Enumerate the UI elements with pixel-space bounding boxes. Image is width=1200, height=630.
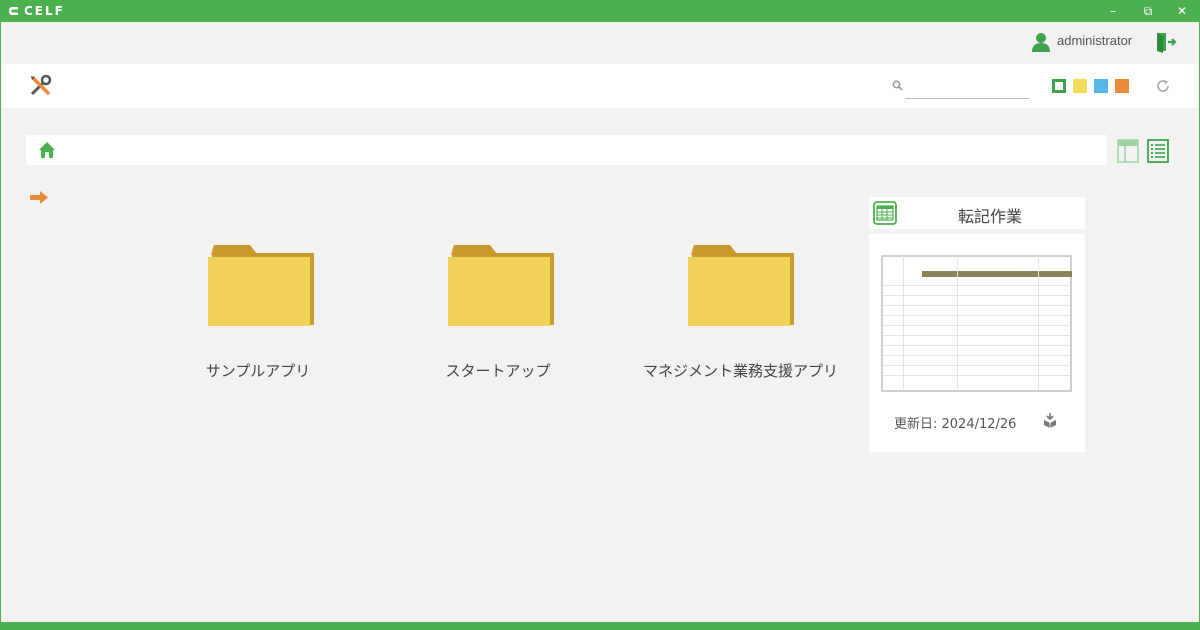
download-icon[interactable] bbox=[1042, 412, 1058, 428]
user-bar bbox=[1, 22, 1199, 64]
thumbnail-gridline bbox=[1038, 256, 1039, 389]
theme-color-yellow[interactable] bbox=[1073, 79, 1087, 93]
tile-view-icon[interactable] bbox=[1117, 139, 1139, 163]
folder-item[interactable]: マネジメント業務支援アプリ bbox=[643, 243, 839, 403]
folder-item[interactable]: スタートアップ bbox=[403, 243, 593, 403]
thumbnail-gridline bbox=[883, 305, 1070, 306]
breadcrumb bbox=[26, 135, 1107, 165]
arrow-right-icon[interactable] bbox=[29, 191, 49, 204]
window-border-left bbox=[0, 22, 1, 628]
thumbnail-gridline bbox=[883, 325, 1070, 326]
user-name[interactable]: administrator bbox=[1057, 33, 1132, 48]
close-button[interactable]: ✕ bbox=[1165, 0, 1199, 22]
folder-label: マネジメント業務支援アプリ bbox=[643, 362, 839, 380]
thumbnail-gridline bbox=[883, 315, 1070, 316]
folder-item[interactable]: サンプルアプリ bbox=[163, 243, 353, 403]
search-icon bbox=[892, 80, 903, 91]
home-icon[interactable] bbox=[38, 141, 56, 159]
tools-icon[interactable] bbox=[29, 74, 53, 98]
thumbnail-gridline bbox=[883, 345, 1070, 346]
list-view-icon[interactable] bbox=[1147, 139, 1169, 163]
folder-label: サンプルアプリ bbox=[205, 362, 311, 380]
thumbnail-gridline bbox=[883, 295, 1070, 296]
user-icon bbox=[1032, 33, 1050, 52]
folder-label: スタートアップ bbox=[445, 362, 551, 380]
spreadsheet-icon bbox=[873, 201, 897, 225]
restore-button[interactable]: ⧉ bbox=[1131, 0, 1165, 22]
logout-icon[interactable] bbox=[1155, 31, 1177, 53]
minimize-button[interactable]: – bbox=[1096, 0, 1130, 22]
thumbnail-gridline bbox=[883, 335, 1070, 336]
thumbnail-gridline bbox=[883, 375, 1070, 376]
folder-icon bbox=[688, 245, 794, 326]
theme-color-green[interactable] bbox=[1052, 79, 1066, 93]
folder-icon bbox=[208, 245, 314, 326]
theme-color-blue[interactable] bbox=[1094, 79, 1108, 93]
app-card-updated-date: 更新日: 2024/12/26 bbox=[894, 417, 1017, 432]
bottom-bar bbox=[0, 622, 1200, 630]
thumbnail-gridline bbox=[903, 256, 904, 389]
thumbnail-gridline bbox=[957, 256, 958, 389]
app-name: CELF bbox=[24, 4, 65, 18]
thumbnail-gridline bbox=[883, 365, 1070, 366]
title-bar: CELF – ⧉ ✕ bbox=[0, 0, 1200, 22]
theme-color-orange[interactable] bbox=[1115, 79, 1129, 93]
thumbnail-gridline bbox=[883, 285, 1070, 286]
thumbnail-gridline bbox=[883, 355, 1070, 356]
celf-logo-icon bbox=[9, 7, 18, 15]
thumbnail-header-row bbox=[922, 271, 1072, 277]
app-card-title[interactable]: 転記作業 bbox=[910, 203, 1070, 227]
search-input[interactable] bbox=[905, 78, 1029, 99]
folder-icon bbox=[448, 245, 554, 326]
refresh-icon[interactable] bbox=[1155, 78, 1171, 94]
app-logo: CELF bbox=[8, 3, 65, 19]
